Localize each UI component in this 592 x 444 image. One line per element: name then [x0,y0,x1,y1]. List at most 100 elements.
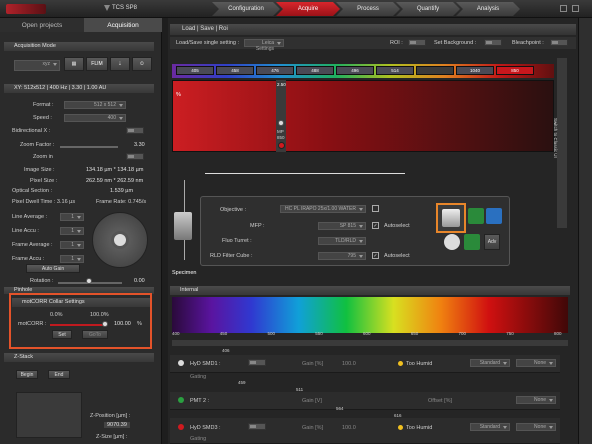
load-save-roi-header[interactable]: Load | Save | Roi [170,24,576,35]
z-position-value[interactable]: 9070.39 [104,422,130,428]
time-lapse-icon[interactable]: ⏲ [132,57,152,71]
motcorr-goto-button[interactable]: GoTo [82,330,108,339]
detector-gating-label: Gating [190,374,207,380]
zoom-factor-label: Zoom Factor : [20,142,55,148]
line-average-select[interactable]: 1 [60,213,84,221]
auto-gain-button[interactable]: Auto Gain [26,264,80,273]
detector-toggle[interactable] [248,423,266,430]
specimen-label: Specimen [172,270,197,276]
bidirectional-toggle[interactable] [126,127,144,134]
detector-pseudo-color-select[interactable]: None [516,396,556,404]
spectrum-tick-label: 400 [172,331,180,336]
switch-to-classic-ui-button[interactable]: Switch to Classic UI [553,58,567,228]
laser-line-button[interactable]: 458 [216,66,254,75]
objective-settings-icon[interactable] [372,205,379,212]
green-filter-icon[interactable] [468,208,484,224]
detector-color-icon[interactable] [178,397,184,403]
motcorr-slider[interactable] [50,324,106,326]
z-end-button[interactable]: End [48,370,70,379]
laser-line-button[interactable]: 405 [176,66,214,75]
detector-toggle[interactable] [248,359,266,366]
laser-power-knob[interactable] [278,120,284,126]
line-accu-select[interactable]: 1 [60,227,84,235]
bleachpoint-toggle[interactable] [550,39,568,46]
frame-average-select[interactable]: 1 [60,241,84,249]
check-icon[interactable] [464,234,480,250]
detector-pseudo-color-select[interactable]: None [516,423,556,431]
tab-analysis[interactable]: Analysis [456,2,520,16]
tab-configuration[interactable]: Configuration [212,2,280,16]
zoom-factor-value[interactable]: 3.30 [134,142,145,148]
flim-button[interactable]: FLIM [86,57,108,71]
zoom-factor-slider[interactable] [60,146,118,148]
motcorr-header[interactable]: motCORR Collar Settings [12,298,150,307]
laser-line-button[interactable]: 496 [336,66,374,75]
set-background-toggle[interactable] [484,39,502,46]
laser-line-button[interactable]: 488 [296,66,334,75]
motcorr-set-button[interactable]: Set [52,330,72,339]
detector-pseudo-color-select[interactable]: None [516,359,556,367]
laser-line-button[interactable]: 850 [496,66,534,75]
zoom-in-toggle[interactable] [126,153,144,160]
objective-select[interactable]: HC PL IRAPO 25x/1.00 WATER [280,205,366,213]
tab-acquire[interactable]: Acquire [276,2,340,16]
frame-accu-select[interactable]: 1 [60,255,84,263]
emission-spectrum [172,297,568,333]
main-scrollbar[interactable] [578,18,592,444]
mfp-select[interactable]: SP 815 [318,222,366,230]
detector-gain-value[interactable]: 100.0 [342,361,356,367]
z-stack-header[interactable]: Z-Stack [4,353,154,362]
laser-line-button[interactable]: 514 [376,66,414,75]
tab-open-projects[interactable]: Open projects [0,18,84,32]
rotation-slider-knob[interactable] [86,278,92,284]
spectrum-tick-label: 700 [458,331,467,336]
adv-button[interactable]: Adv [484,234,500,250]
fluo-turret-select[interactable]: TLD/RLD [318,237,366,245]
rotation-value[interactable]: 0.00 [134,278,145,284]
speed-select[interactable]: 400 [64,114,126,122]
internal-header[interactable]: Internal [170,286,570,295]
detector-gain-value[interactable]: 100.0 [342,425,356,431]
acquisition-mode-select[interactable]: xyz [14,60,60,71]
mfp-autoselect-checkbox[interactable]: ✓ [372,222,379,229]
detector-color-icon[interactable] [178,424,184,430]
z-begin-button[interactable]: Begin [16,370,38,379]
z-stack-mode-icon[interactable]: ⇣ [110,57,130,71]
blue-filter-icon[interactable] [486,208,502,224]
line-accu-label: Line Accu : [12,228,39,234]
leica-settings-select[interactable]: Leica Settings [244,39,284,52]
turret-icon[interactable] [444,234,460,250]
minimize-icon[interactable] [560,5,567,12]
roi-toggle[interactable] [408,39,426,46]
grid-icon[interactable]: ▦ [64,57,84,71]
spectrum-tick-label: 800 [554,331,562,336]
rld-filter-select[interactable]: 795 [318,252,366,260]
laser-on-indicator[interactable] [278,142,285,149]
rld-autoselect-checkbox[interactable]: ✓ [372,252,379,259]
motcorr-objective-button-highlight[interactable] [436,203,466,233]
pan-center-button[interactable] [111,231,129,249]
motcorr-value[interactable]: 100.00 [114,321,131,327]
format-select[interactable]: 512 x 512 [64,101,126,109]
frame-rate: Frame Rate: 0.745/s [96,199,147,205]
pan-control-wheel[interactable] [92,212,148,268]
xy-settings-header[interactable]: XY: 512x512 | 400 Hz | 3.30 | 1.00 AU [4,84,154,93]
detector-mode-select[interactable]: Standard [470,359,510,367]
optical-section-label: Optical Section : [12,188,53,194]
app-title[interactable]: TCS SP8 [112,5,137,11]
bleachpoint-label: Bleachpoint : [512,40,544,46]
maximize-icon[interactable] [572,5,579,12]
laser-value[interactable]: 2.50 [277,82,286,87]
detector-mode-select[interactable]: Standard [470,423,510,431]
laser-line-button[interactable]: 476 [256,66,294,75]
motcorr-slider-knob[interactable] [102,321,108,327]
detector-color-icon[interactable] [178,360,184,366]
tab-process[interactable]: Process [336,2,400,16]
spectrum-tick-label: 550 [315,331,323,336]
tab-acquisition[interactable]: Acquisition [84,18,162,32]
laser-line-button[interactable]: 1040 [456,66,494,75]
acquisition-mode-header[interactable]: Acquisition Mode [4,42,154,51]
detector-marker-top: 406 [222,348,230,353]
laser-line-button[interactable] [416,66,454,75]
tab-quantify[interactable]: Quantify [396,2,460,16]
